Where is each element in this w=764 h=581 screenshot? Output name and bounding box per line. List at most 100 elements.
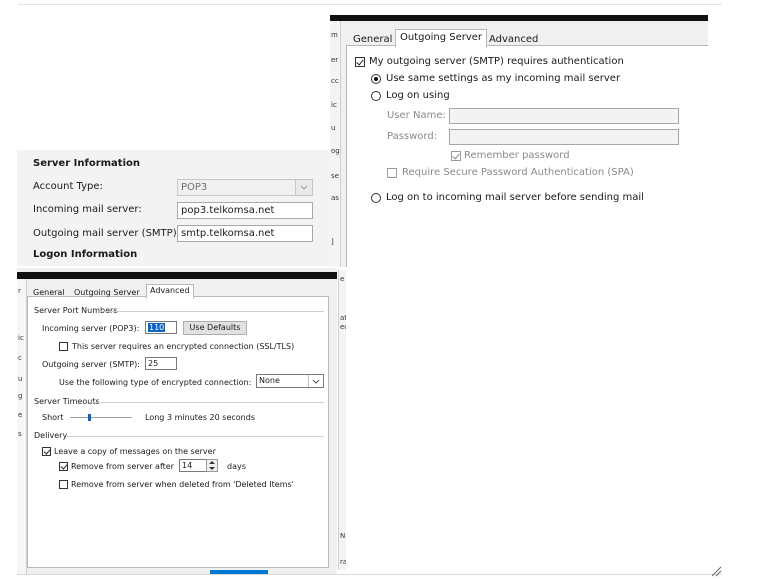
group-divider xyxy=(99,311,324,312)
remember-password-label: Remember password xyxy=(464,150,570,161)
bg-fragment: og xyxy=(331,147,340,155)
check-icon xyxy=(356,57,364,66)
background-window-strip: r ic c u g e s xyxy=(17,279,27,574)
title-bar xyxy=(330,15,708,21)
encryption-label: Use the following type of encrypted conn… xyxy=(59,378,252,387)
logon-info-heading: Logon Information xyxy=(33,249,138,260)
remove-deleted-label: Remove from server when deleted from 'De… xyxy=(71,480,294,489)
radio-dot-icon xyxy=(374,77,378,81)
spa-label: Require Secure Password Authentication (… xyxy=(402,167,634,178)
incoming-port-label: Incoming server (POP3): xyxy=(42,324,140,333)
screenshot-canvas: Server Information Account Type: POP3 In… xyxy=(0,0,722,577)
delivery-group-label: Delivery xyxy=(34,431,68,440)
incoming-port-input[interactable]: 110 xyxy=(145,321,177,334)
bg-fragment: cc xyxy=(331,77,339,85)
bg-fragment: at xyxy=(340,314,346,322)
user-name-input[interactable] xyxy=(449,108,679,124)
bg-fragment: s xyxy=(18,430,22,438)
days-label: days xyxy=(227,462,246,471)
remove-deleted-checkbox[interactable] xyxy=(59,480,68,489)
bg-fragment: ec xyxy=(340,323,346,331)
check-icon xyxy=(60,462,68,470)
bg-fragment: as xyxy=(331,194,339,202)
bg-fragment: ] xyxy=(331,238,334,246)
resize-grip-icon[interactable] xyxy=(710,562,722,577)
group-divider xyxy=(89,402,324,403)
divider xyxy=(18,4,722,5)
advanced-dialog: r ic c u g e s General Outgoing Server A… xyxy=(17,268,337,574)
remove-after-label: Remove from server after xyxy=(71,462,174,471)
ssl-label: This server requires an encrypted connec… xyxy=(72,342,295,351)
server-info-heading: Server Information xyxy=(33,158,140,169)
bg-fragment: N xyxy=(340,532,346,540)
chevron-down-icon xyxy=(308,375,323,387)
remove-after-checkbox[interactable] xyxy=(59,462,68,471)
requires-auth-label: My outgoing server (SMTP) requires authe… xyxy=(369,56,624,67)
outgoing-server-dialog: m er cc ic u og se as ] General Outgoing… xyxy=(330,15,708,267)
leave-copy-checkbox[interactable] xyxy=(42,447,51,456)
bg-fragment: g xyxy=(18,392,23,400)
user-name-label: User Name: xyxy=(387,110,446,121)
tab-page-advanced xyxy=(27,296,329,568)
bg-fragment: ic xyxy=(18,334,24,342)
incoming-server-input[interactable]: pop3.telkomsa.net xyxy=(177,202,313,219)
bg-fragment: e xyxy=(340,275,345,283)
account-type-dropdown: POP3 xyxy=(177,179,313,196)
leave-copy-label: Leave a copy of messages on the server xyxy=(54,447,216,456)
account-type-value: POP3 xyxy=(181,182,208,193)
logon-incoming-first-label: Log on to incoming mail server before se… xyxy=(386,192,644,203)
spa-checkbox[interactable] xyxy=(387,168,397,178)
timeout-long-label: Long xyxy=(145,413,165,422)
slider-thumb[interactable] xyxy=(87,414,91,421)
bg-fragment: r xyxy=(18,287,21,295)
bg-fragment: ic xyxy=(331,101,337,109)
bg-fragment: ra xyxy=(340,558,346,566)
requires-auth-checkbox[interactable] xyxy=(355,57,365,67)
title-bar xyxy=(17,272,337,279)
check-icon xyxy=(43,447,51,455)
use-same-settings-label: Use same settings as my incoming mail se… xyxy=(386,73,621,84)
outgoing-port-input[interactable]: 25 xyxy=(145,357,177,370)
bg-fragment: u xyxy=(18,375,23,383)
use-same-settings-radio[interactable] xyxy=(371,74,381,84)
encryption-dropdown[interactable]: None xyxy=(256,374,324,388)
days-spinner[interactable] xyxy=(206,459,218,472)
chevron-down-icon xyxy=(295,180,312,195)
tab-outgoing-server[interactable]: Outgoing Server xyxy=(395,29,488,48)
divider xyxy=(17,574,722,575)
outgoing-server-input[interactable]: smtp.telkomsa.net xyxy=(177,225,313,242)
tab-outgoing-server[interactable]: Outgoing Server xyxy=(70,286,144,299)
password-input[interactable] xyxy=(449,129,679,145)
bg-fragment: se xyxy=(331,172,339,180)
tab-advanced[interactable]: Advanced xyxy=(146,284,194,299)
remove-after-days-input[interactable]: 14 xyxy=(179,459,207,472)
incoming-port-value: 110 xyxy=(148,323,166,332)
background-window-strip: m er cc ic u og se as ] xyxy=(330,21,341,267)
tab-general[interactable]: General xyxy=(348,31,397,48)
log-on-using-radio[interactable] xyxy=(371,91,381,101)
tab-advanced[interactable]: Advanced xyxy=(484,31,543,48)
bg-fragment: c xyxy=(18,354,22,362)
timeout-value-text: 3 minutes 20 seconds xyxy=(167,413,255,422)
logon-incoming-first-radio[interactable] xyxy=(371,193,381,203)
use-defaults-button[interactable]: Use Defaults xyxy=(183,321,247,335)
password-label: Password: xyxy=(387,131,438,142)
timeout-short-label: Short xyxy=(42,413,64,422)
bg-fragment: u xyxy=(331,124,336,132)
incoming-server-label: Incoming mail server: xyxy=(33,204,142,215)
encryption-value: None xyxy=(259,376,280,385)
bg-fragment: er xyxy=(331,56,339,64)
server-info-panel: Server Information Account Type: POP3 In… xyxy=(17,150,330,266)
log-on-using-label: Log on using xyxy=(386,90,450,101)
ssl-checkbox[interactable] xyxy=(59,342,68,351)
check-icon xyxy=(452,151,460,160)
remember-password-checkbox[interactable] xyxy=(451,151,461,161)
background-window-strip: e at ec N ra xyxy=(338,270,346,570)
bg-fragment: e xyxy=(18,411,23,419)
account-type-label: Account Type: xyxy=(33,181,103,192)
outgoing-port-label: Outgoing server (SMTP): xyxy=(42,360,140,369)
group-divider xyxy=(67,436,324,437)
timeout-slider[interactable] xyxy=(70,417,132,418)
tab-general[interactable]: General xyxy=(29,286,69,299)
bg-fragment: m xyxy=(331,31,338,39)
